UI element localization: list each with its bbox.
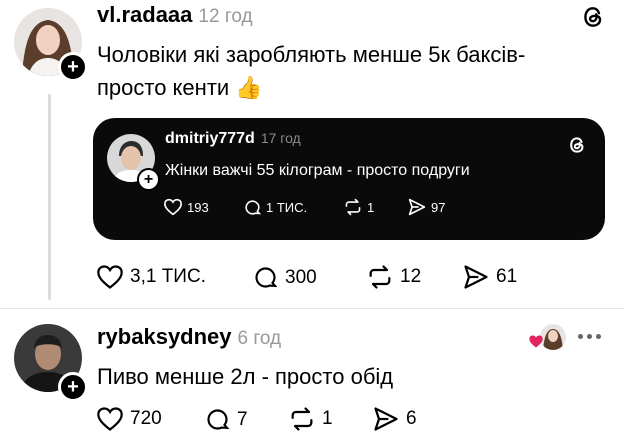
follow-plus-button[interactable]: +	[58, 52, 88, 82]
quoted-threads-logo-icon[interactable]	[567, 135, 587, 155]
quoted-like-count: 193	[187, 199, 209, 215]
post-text: Чоловіки які заробляють менше 5к баксів-…	[97, 38, 607, 104]
post-share-count: 61	[496, 266, 518, 287]
reply-share-count: 6	[406, 408, 417, 429]
quoted-share-count: 97	[431, 199, 446, 215]
repost-icon	[343, 198, 363, 216]
repost-icon	[288, 406, 316, 432]
post-username[interactable]: vl.radaaa	[97, 2, 192, 27]
thread-connector-line	[48, 94, 51, 300]
reply-time: 6 год	[237, 328, 282, 349]
quoted-like-button[interactable]: 193	[163, 198, 209, 216]
reply-text: Пиво менше 2л - просто обід	[97, 364, 394, 389]
more-options-icon[interactable]	[578, 334, 601, 339]
red-heart-icon	[528, 334, 544, 349]
comment-bubble-icon	[204, 406, 231, 433]
quoted-follow-plus-button[interactable]: +	[137, 168, 160, 191]
thumbs-up-emoji: 👍	[235, 75, 263, 100]
quoted-comment-count: 1 ТИС.	[266, 200, 308, 215]
heart-icon	[96, 406, 124, 432]
post-time: 12 год	[198, 6, 253, 27]
quoted-comment-button[interactable]: 1 ТИС.	[243, 198, 307, 217]
post-comment-count: 300	[285, 266, 317, 288]
reply-follow-plus-button[interactable]: +	[58, 372, 88, 402]
quoted-header: dmitriy777d 17 год	[165, 130, 301, 148]
post-comment-button[interactable]: 300	[252, 264, 317, 291]
heart-icon	[163, 198, 183, 216]
post-share-button[interactable]: 61	[462, 264, 517, 290]
send-icon	[407, 198, 427, 216]
quoted-time: 17 год	[260, 130, 301, 146]
threads-logo-icon[interactable]	[580, 4, 606, 30]
reply-like-count: 720	[130, 408, 162, 429]
comment-bubble-icon	[243, 198, 262, 217]
reply-repost-count: 1	[322, 408, 333, 429]
reply-username[interactable]: rybaksydney	[97, 324, 232, 349]
post-like-count: 3,1 ТИС.	[130, 266, 206, 287]
post-like-button[interactable]: 3,1 ТИС.	[96, 264, 206, 290]
post-text-line2: просто кенти	[97, 75, 230, 100]
post-repost-count: 12	[400, 266, 422, 287]
repost-icon	[366, 264, 394, 290]
reply-comment-button[interactable]: 7	[204, 406, 248, 433]
quoted-text: Жінки важчі 55 кілограм - просто подруги	[165, 162, 470, 179]
heart-icon	[96, 264, 124, 290]
liked-by-author-indicator	[526, 324, 566, 352]
reply-header: rybaksydney 6 год	[97, 324, 281, 350]
send-icon	[372, 406, 400, 432]
reply-repost-button[interactable]: 1	[288, 406, 333, 432]
quoted-repost-count: 1	[367, 199, 375, 215]
reply-like-button[interactable]: 720	[96, 406, 162, 432]
comment-bubble-icon	[252, 264, 279, 291]
post-text-line1: Чоловіки які заробляють менше 5к баксів-	[97, 42, 526, 67]
post-repost-button[interactable]: 12	[366, 264, 421, 290]
post-header: vl.radaaa 12 год	[97, 2, 253, 28]
quoted-username[interactable]: dmitriy777d	[165, 130, 255, 147]
quoted-share-button[interactable]: 97	[407, 198, 445, 216]
reply-share-button[interactable]: 6	[372, 406, 417, 432]
reply-comment-count: 7	[237, 408, 248, 430]
quoted-post-card[interactable]: + dmitriy777d 17 год Жінки важчі 55 кілог…	[93, 118, 605, 240]
send-icon	[462, 264, 490, 290]
post-divider	[0, 308, 624, 309]
quoted-repost-button[interactable]: 1	[343, 198, 374, 216]
